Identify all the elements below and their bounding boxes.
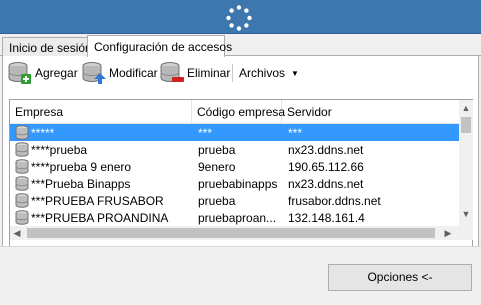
vertical-scroll-thumb[interactable]: [461, 117, 471, 133]
table-row[interactable]: ***** *** ***: [10, 124, 459, 141]
add-button[interactable]: Agregar: [7, 60, 78, 86]
toolbar-separator: [232, 64, 233, 82]
files-menu-button[interactable]: Archivos ▼: [239, 60, 299, 86]
database-icon: [15, 159, 29, 174]
scroll-up-icon[interactable]: ▲: [459, 100, 473, 116]
table-row[interactable]: ***PRUEBA FRUSABOR prueba frusabor.ddns.…: [10, 192, 459, 209]
chevron-down-icon: ▼: [291, 68, 299, 78]
delete-label: Eliminar: [187, 66, 231, 80]
options-button[interactable]: Opciones <-: [328, 264, 472, 291]
footer-bar: Opciones <-: [0, 246, 481, 305]
database-icon: [15, 142, 29, 157]
horizontal-scrollbar[interactable]: ◀ ▶: [10, 226, 473, 240]
database-icon: [15, 125, 29, 140]
row-company-code: pruebaproan...: [198, 211, 277, 225]
column-header-company-code[interactable]: Código empresa: [192, 100, 285, 124]
loading-spinner-icon: [226, 5, 252, 31]
column-header-server[interactable]: Servidor: [282, 100, 459, 124]
row-company-code: prueba: [198, 194, 236, 208]
database-icon: [15, 193, 29, 208]
scroll-down-icon[interactable]: ▼: [459, 206, 473, 222]
modify-button[interactable]: Modificar: [81, 60, 158, 86]
row-server: frusabor.ddns.net: [288, 194, 381, 208]
table-row[interactable]: ****prueba prueba nx23.ddns.net: [10, 141, 459, 158]
row-company: ****prueba: [31, 143, 88, 157]
row-server: 132.148.161.4: [288, 211, 365, 225]
row-company: ***Prueba Binapps: [31, 177, 131, 191]
grid-header: Empresa Código empresa Servidor: [10, 100, 459, 124]
column-header-company[interactable]: Empresa: [10, 100, 192, 124]
tab-strip: Inicio de sesión Configuración de acceso…: [0, 34, 481, 57]
vertical-scrollbar[interactable]: ▲ ▼: [459, 100, 473, 226]
table-row[interactable]: ****prueba 9 enero 9enero 190.65.112.66: [10, 158, 459, 175]
row-company: ***PRUEBA FRUSABOR: [31, 194, 164, 208]
tab-login[interactable]: Inicio de sesión: [2, 37, 92, 56]
add-label: Agregar: [35, 66, 78, 80]
row-company: *****: [31, 126, 55, 140]
row-server: nx23.ddns.net: [288, 177, 364, 191]
database-remove-icon: [160, 62, 184, 82]
scroll-right-icon[interactable]: ▶: [441, 226, 455, 240]
table-row[interactable]: ***PRUEBA PROANDINA pruebaproan... 132.1…: [10, 209, 459, 226]
row-server: ***: [288, 126, 303, 140]
horizontal-scroll-thumb[interactable]: [27, 228, 435, 238]
database-edit-icon: [82, 62, 106, 84]
database-add-icon: [8, 62, 31, 84]
table-row[interactable]: ***Prueba Binapps pruebabinapps nx23.ddn…: [10, 175, 459, 192]
row-server: 190.65.112.66: [288, 160, 364, 174]
row-company: ***PRUEBA PROANDINA: [31, 211, 169, 225]
database-icon: [15, 176, 29, 191]
modify-label: Modificar: [109, 66, 158, 80]
scroll-left-icon[interactable]: ◀: [10, 226, 24, 240]
tab-access-config[interactable]: Configuración de accesos: [87, 35, 232, 57]
row-company: ****prueba 9 enero: [31, 160, 132, 174]
row-server: nx23.ddns.net: [288, 143, 364, 157]
row-company-code: pruebabinapps: [198, 177, 278, 191]
grid-rows: ***** *** *** ****prueba prueba nx23.ddn…: [10, 124, 459, 226]
row-company-code: prueba: [198, 143, 236, 157]
row-company-code: ***: [198, 126, 213, 140]
toolbar: Agregar Modificar Eliminar Archivos ▼: [3, 56, 478, 90]
title-bar: [0, 0, 481, 34]
row-company-code: 9enero: [198, 160, 236, 174]
database-icon: [15, 210, 29, 225]
delete-button[interactable]: Eliminar: [159, 60, 230, 86]
files-label: Archivos: [239, 66, 286, 80]
access-config-panel: Agregar Modificar Eliminar Archivos ▼ Em…: [2, 56, 479, 295]
